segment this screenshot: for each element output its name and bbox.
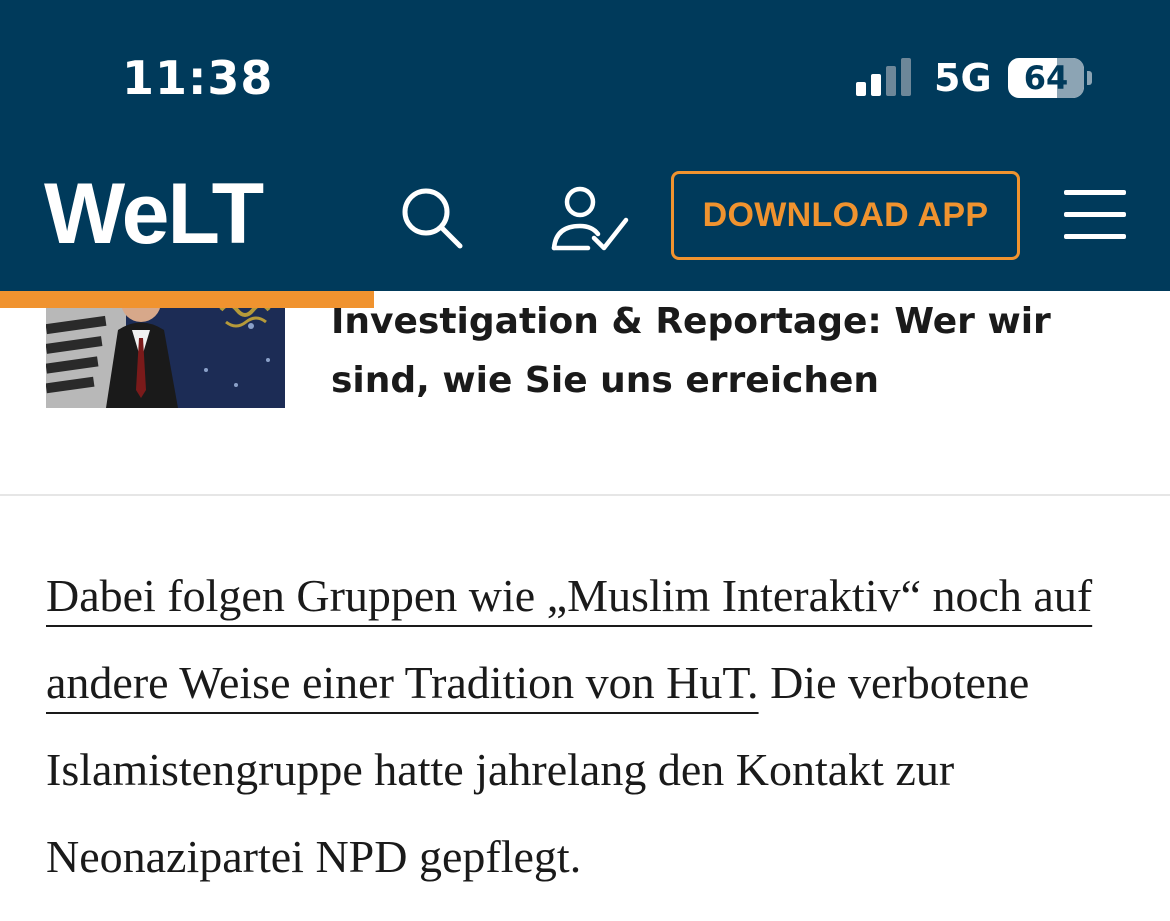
network-type: 5G	[934, 56, 992, 100]
signal-bar	[886, 66, 896, 96]
signal-bar	[856, 82, 866, 96]
article-paragraph: Dabei folgen Gruppen wie „Muslim Interak…	[46, 552, 1136, 900]
section-divider	[0, 494, 1170, 496]
menu-button[interactable]	[1064, 190, 1126, 240]
signal-strength-icon	[856, 58, 916, 96]
search-icon	[402, 188, 463, 249]
menu-line	[1064, 234, 1126, 239]
reading-progress-fill	[0, 291, 375, 308]
menu-line	[1064, 190, 1126, 195]
logo-letter-e: e	[121, 166, 170, 262]
login-button[interactable]	[548, 180, 634, 256]
site-header: 11:38 5G 64 WeLT DOWNLOAD APP	[0, 0, 1170, 291]
logo-letter-w: W	[44, 166, 124, 262]
logo-letters-lt: LT	[167, 166, 264, 262]
status-time: 11:38	[122, 51, 274, 105]
welt-logo[interactable]: WeLT	[44, 164, 264, 264]
battery-level: 64	[1023, 59, 1069, 97]
menu-line	[1064, 212, 1126, 217]
user-check-icon	[551, 186, 629, 251]
search-button[interactable]	[396, 182, 468, 254]
battery-tip	[1087, 71, 1092, 85]
reading-progress-bar	[0, 291, 1170, 308]
battery-icon: 64	[1008, 58, 1084, 98]
signal-bar	[901, 58, 911, 96]
signal-bar	[871, 74, 881, 96]
download-app-button[interactable]: DOWNLOAD APP	[671, 171, 1020, 260]
teaser-title[interactable]: Investigation & Reportage: Wer wir sind,…	[331, 292, 1131, 410]
